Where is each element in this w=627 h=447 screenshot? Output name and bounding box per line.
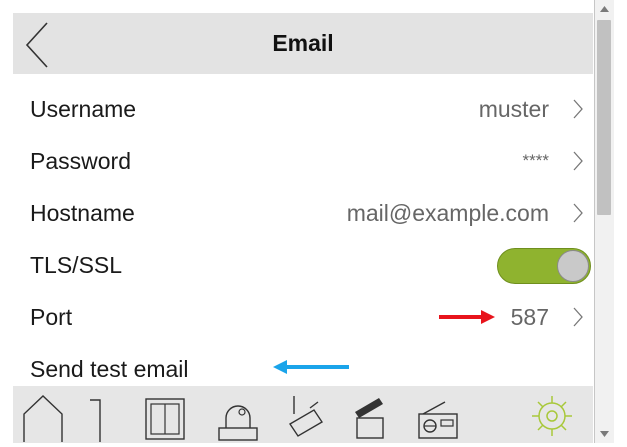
password-value: **** [522, 151, 549, 170]
port-label: Port [30, 304, 73, 330]
bottom-tab-bar [13, 386, 593, 443]
header-bar: Email [13, 13, 593, 74]
tab-settings[interactable] [527, 390, 577, 442]
password-label: Password [30, 148, 131, 174]
vertical-scrollbar[interactable] [594, 0, 614, 443]
scroll-down-arrow-icon[interactable] [595, 425, 614, 443]
username-label: Username [30, 96, 137, 122]
scroll-up-arrow-icon[interactable] [595, 0, 614, 18]
toggle-knob [557, 250, 589, 282]
clapperboard-icon [355, 398, 384, 439]
chevron-left-icon [25, 22, 48, 68]
tls-ssl-label: TLS/SSL [30, 252, 123, 278]
camera-icon [218, 405, 258, 441]
tab-security-camera[interactable] [280, 390, 330, 442]
window-icon [145, 398, 185, 440]
hostname-value: mail@example.com [346, 200, 549, 226]
tab-camera[interactable] [213, 390, 263, 442]
tls-ssl-row: TLS/SSL [13, 239, 593, 291]
page-title: Email [272, 30, 334, 56]
home-icon [23, 395, 63, 442]
red-arrow-icon [439, 310, 495, 324]
password-row[interactable]: Password **** [13, 135, 593, 187]
security-camera-icon [289, 396, 323, 437]
bracket-icon [90, 399, 101, 442]
hostname-row[interactable]: Hostname mail@example.com [13, 187, 593, 239]
tab-radio[interactable] [413, 390, 463, 442]
radio-icon [418, 401, 458, 439]
email-settings-screen: Email Username muster Password **** Host… [13, 13, 593, 443]
back-button[interactable] [19, 19, 55, 71]
chevron-right-icon [573, 151, 583, 171]
blue-arrow-icon [273, 360, 349, 374]
username-row[interactable]: Username muster [13, 83, 593, 135]
hostname-label: Hostname [30, 200, 135, 226]
port-row[interactable]: Port 587 [13, 291, 593, 343]
tab-window[interactable] [140, 390, 190, 442]
port-value: 587 [510, 304, 549, 330]
scroll-thumb[interactable] [597, 20, 611, 215]
chevron-right-icon [573, 203, 583, 223]
tab-home[interactable] [18, 390, 68, 442]
gear-icon [532, 396, 572, 436]
chevron-right-icon [573, 307, 583, 327]
tab-media[interactable] [345, 390, 395, 442]
tab-bracket[interactable] [76, 390, 126, 442]
username-value: muster [478, 96, 549, 122]
chevron-right-icon [573, 99, 583, 119]
tls-ssl-toggle[interactable] [497, 248, 591, 284]
